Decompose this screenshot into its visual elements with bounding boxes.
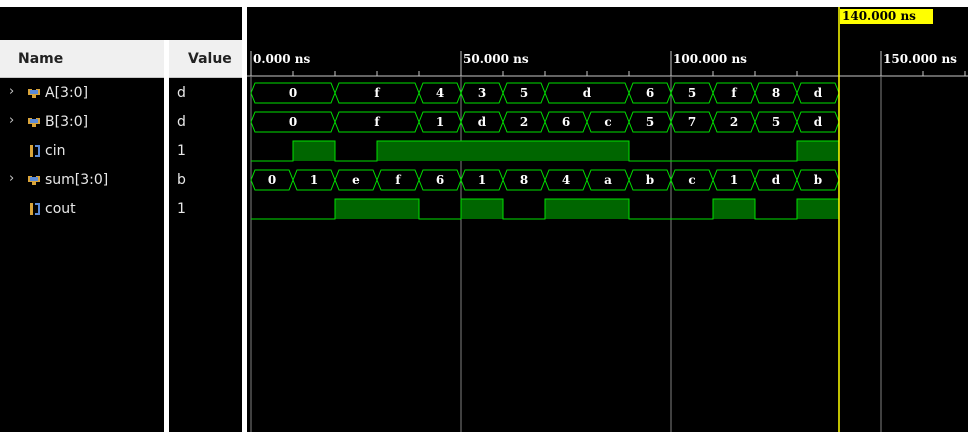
- bus-value-label: 6: [646, 86, 654, 100]
- bus-value-label: 1: [478, 173, 486, 187]
- expand-chevron-icon[interactable]: ›: [9, 84, 14, 99]
- bus-value-label: 2: [730, 115, 738, 129]
- signal-row-cout[interactable]: cout: [0, 195, 164, 224]
- signal-name: B[3:0]: [45, 114, 89, 130]
- bus-value-label: 8: [520, 173, 528, 187]
- bit-high-region: [461, 199, 503, 219]
- time-tick-label: 100.000 ns: [673, 52, 747, 66]
- window-top-strip: [0, 0, 968, 7]
- bus-icon: [28, 89, 40, 98]
- bus-value-label: a: [604, 173, 612, 187]
- signal-value: 1: [177, 201, 186, 217]
- bus-value-label: e: [352, 173, 360, 187]
- bus-value-label: d: [814, 86, 823, 100]
- bus-value-label: 5: [688, 86, 696, 100]
- bus-value-label: d: [772, 173, 781, 187]
- bit-icon: [30, 145, 40, 157]
- bus-value-label: 8: [772, 86, 780, 100]
- bit-high-region: [797, 199, 839, 219]
- bus-icon: [28, 118, 40, 127]
- expand-chevron-icon[interactable]: ›: [9, 171, 14, 186]
- signal-value: d: [177, 85, 186, 101]
- bit-high-region: [797, 141, 839, 161]
- bus-value-label: 2: [520, 115, 528, 129]
- bus-icon: [28, 176, 40, 185]
- signal-row-cin[interactable]: cin: [0, 137, 164, 166]
- time-tick-label: 150.000 ns: [883, 52, 957, 66]
- bit-high-region: [713, 199, 755, 219]
- name-header-label: Name: [18, 51, 64, 67]
- bus-value-label: f: [374, 86, 380, 100]
- bus-value-label: 0: [268, 173, 276, 187]
- signal-name: sum[3:0]: [45, 172, 109, 188]
- bus-value-label: b: [814, 173, 822, 187]
- bus-value-label: f: [731, 86, 737, 100]
- bus-value-label: 4: [562, 173, 570, 187]
- bus-value-label: d: [583, 86, 592, 100]
- expand-chevron-icon[interactable]: ›: [9, 113, 14, 128]
- waveform-pane[interactable]: 0.000 ns 50.000 ns 100.000 ns 150.000 ns 0 f 4…: [247, 7, 968, 432]
- time-tick-label: 50.000 ns: [463, 52, 529, 66]
- signal-row-b[interactable]: › B[3:0]: [0, 108, 164, 137]
- bus-value-label: 6: [436, 173, 444, 187]
- bus-value-label: 3: [478, 86, 486, 100]
- column-splitter[interactable]: [164, 40, 169, 432]
- signal-row-sum[interactable]: › sum[3:0]: [0, 166, 164, 195]
- bit-icon: [30, 203, 40, 215]
- signal-row-a[interactable]: › A[3:0]: [0, 79, 164, 108]
- bus-value-label: c: [688, 173, 695, 187]
- bus-value-label: 7: [688, 115, 696, 129]
- bus-value-label: d: [478, 115, 487, 129]
- name-column-header[interactable]: Name: [0, 40, 164, 78]
- bus-value-label: 5: [520, 86, 528, 100]
- cursor-time-label: 140.000 ns: [842, 9, 916, 23]
- bus-value-label: 4: [436, 86, 444, 100]
- signal-name: A[3:0]: [45, 85, 89, 101]
- bit-high-region: [335, 199, 419, 219]
- value-column-header[interactable]: Value: [169, 40, 242, 78]
- signal-name: cin: [45, 143, 66, 159]
- bus-value-label: f: [374, 115, 380, 129]
- bus-value-label: 0: [289, 115, 297, 129]
- bit-high-region: [377, 141, 629, 161]
- signal-name: cout: [45, 201, 76, 217]
- bus-value-label: 5: [772, 115, 780, 129]
- bit-high-region: [545, 199, 629, 219]
- signal-value: 1: [177, 143, 186, 159]
- bus-value-label: c: [604, 115, 611, 129]
- bus-value-label: 0: [289, 86, 297, 100]
- bus-value-label: d: [814, 115, 823, 129]
- value-header-label: Value: [188, 51, 232, 67]
- bus-value-label: 1: [730, 173, 738, 187]
- time-tick-label: 0.000 ns: [253, 52, 310, 66]
- bus-value-label: 6: [562, 115, 570, 129]
- signal-value: d: [177, 114, 186, 130]
- bus-value-label: f: [395, 173, 401, 187]
- signal-value: b: [177, 172, 186, 188]
- bus-value-label: b: [646, 173, 654, 187]
- bit-high-region: [293, 141, 335, 161]
- bus-value-label: 1: [436, 115, 444, 129]
- bus-value-label: 1: [310, 173, 318, 187]
- bus-value-label: 5: [646, 115, 654, 129]
